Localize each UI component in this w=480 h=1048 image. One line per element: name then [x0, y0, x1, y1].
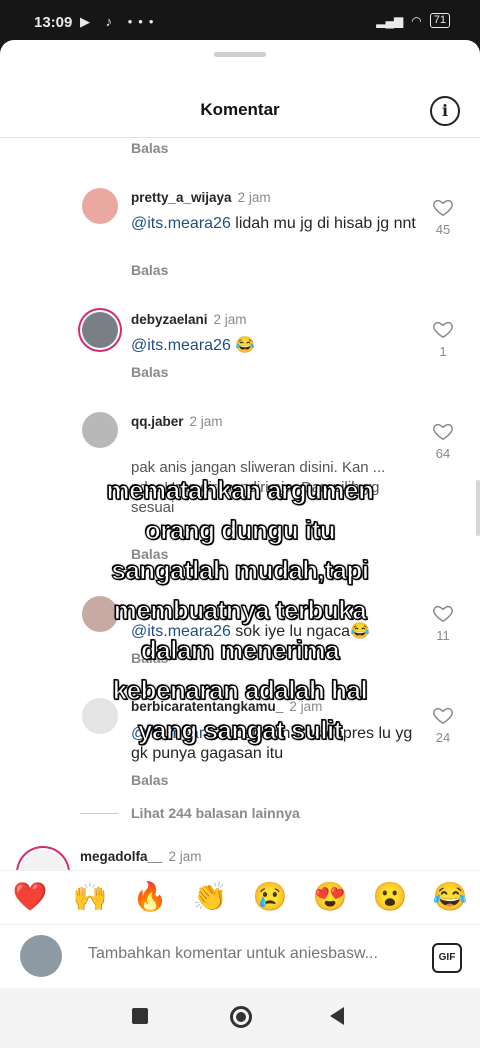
laughing-emoji-button[interactable]: 😂 — [432, 879, 468, 915]
home-icon-center — [236, 1012, 246, 1022]
raised-hands-emoji-button[interactable]: 🙌 — [72, 879, 108, 915]
comment-body: 😂 — [230, 337, 256, 354]
heart-icon[interactable] — [432, 420, 454, 442]
more-replies-line — [80, 813, 118, 814]
caption-line: mematahkan argumen — [106, 474, 375, 505]
comment-input[interactable] — [88, 945, 406, 963]
emoji-reaction-bar: ❤️ 🙌 🔥 👏 😢 😍 😮 😂 — [0, 870, 480, 923]
comment-time: 2 jam — [237, 190, 271, 205]
wifi-icon: ◠ — [411, 13, 422, 28]
signal-icon: ▂▄▆ — [376, 13, 404, 28]
reply-button[interactable]: Balas — [131, 772, 168, 788]
fire-emoji-button[interactable]: 🔥 — [132, 879, 168, 915]
comments-sheet: Komentar i Balas pretty_a_wijaya 2 jam @i… — [0, 40, 480, 984]
avatar — [20, 935, 62, 977]
comment-composer: GIF — [0, 924, 480, 989]
crying-emoji-button[interactable]: 😢 — [252, 879, 288, 915]
comment-time: 2 jam — [213, 312, 247, 327]
status-bar: 13:09 ▶ ♪ ••• ▂▄▆ ◠ 71 — [0, 0, 480, 40]
heart-icon[interactable] — [432, 318, 454, 340]
clap-emoji-button[interactable]: 👏 — [192, 879, 228, 915]
comment-username[interactable]: megadolfa__ 2 jam — [80, 849, 202, 864]
username[interactable]: qq.jaber — [131, 414, 184, 429]
comment-username[interactable]: pretty_a_wijaya 2 jam — [131, 190, 271, 205]
heart-eyes-emoji-button[interactable]: 😍 — [312, 879, 348, 915]
notification-icons: ▶ ♪ ••• — [80, 14, 160, 29]
back-icon[interactable] — [330, 1007, 344, 1025]
header-divider — [0, 137, 480, 138]
like-count: 64 — [435, 446, 451, 461]
reply-button[interactable]: Balas — [131, 262, 168, 278]
gif-button[interactable]: GIF — [432, 943, 462, 973]
page-title: Komentar — [200, 100, 280, 119]
comment-time: 2 jam — [168, 849, 202, 864]
recents-icon[interactable] — [132, 1008, 148, 1024]
username[interactable]: debyzaelani — [131, 312, 208, 327]
heart-emoji-button[interactable]: ❤️ — [12, 879, 48, 915]
comment-username[interactable]: qq.jaber 2 jam — [131, 414, 223, 429]
caption-line: sangatlah mudah,tapi — [111, 554, 370, 585]
surprised-emoji-button[interactable]: 😮 — [372, 879, 408, 915]
caption-line: membuatnya terbuka — [113, 594, 367, 625]
caption-line: yang sangat sulit — [137, 714, 343, 745]
comment-text: @its.meara26 lidah mu jg di hisab jg nnt — [131, 214, 416, 234]
reply-button[interactable]: Balas — [131, 364, 168, 380]
battery-icon: 71 — [429, 13, 450, 28]
caption-line: dalam menerima — [140, 634, 340, 665]
status-time: 13:09 — [34, 14, 73, 31]
avatar[interactable] — [82, 412, 118, 448]
comment-body: lidah mu jg di hisab jg nnt — [230, 215, 416, 232]
caption-line: kebenaran adalah hal — [112, 674, 368, 705]
mention-link[interactable]: @its.meara26 — [131, 215, 231, 232]
system-icons: ▂▄▆ ◠ 71 — [376, 13, 450, 28]
like-count: 1 — [439, 344, 447, 359]
avatar[interactable] — [82, 188, 118, 224]
heart-icon[interactable] — [432, 196, 454, 218]
mention-link[interactable]: @its.meara26 — [131, 337, 231, 354]
view-more-replies-button[interactable]: Lihat 244 balasan lainnya — [131, 805, 300, 821]
info-icon[interactable]: i — [430, 96, 460, 126]
caption-line: orang dungu itu — [144, 514, 336, 545]
comment-time: 2 jam — [189, 414, 223, 429]
like-count: 45 — [435, 222, 451, 237]
username[interactable]: pretty_a_wijaya — [131, 190, 232, 205]
reply-button[interactable]: Balas — [131, 140, 168, 156]
comment-username[interactable]: debyzaelani 2 jam — [131, 312, 247, 327]
comment-text: @its.meara26 😂 — [131, 336, 416, 356]
system-nav-bar — [0, 988, 480, 1048]
username[interactable]: megadolfa__ — [80, 849, 163, 864]
avatar[interactable] — [82, 312, 118, 348]
drag-handle[interactable] — [214, 52, 266, 57]
video-caption-overlay: mematahkan argumen orang dungu itu sanga… — [0, 470, 480, 750]
